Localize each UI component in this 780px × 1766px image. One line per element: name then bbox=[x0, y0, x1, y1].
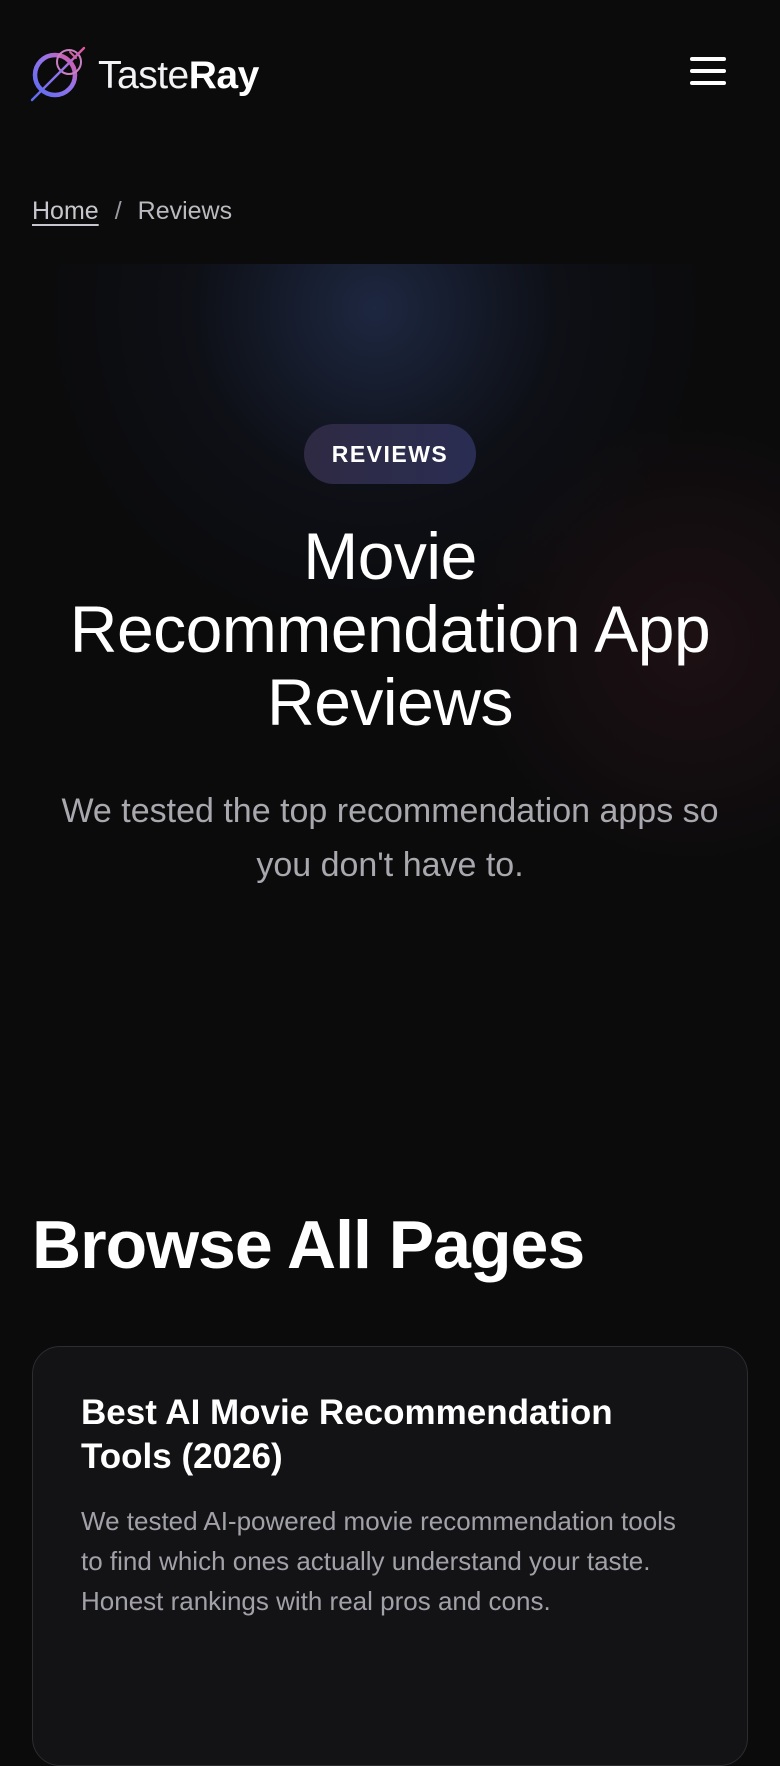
reviews-badge: REVIEWS bbox=[304, 424, 476, 484]
brand-wordmark[interactable]: TasteRay bbox=[98, 51, 259, 101]
site-header: TasteRay bbox=[0, 0, 780, 150]
menu-bar-top bbox=[690, 57, 726, 61]
breadcrumb: Home / Reviews bbox=[32, 194, 232, 228]
breadcrumb-home-link[interactable]: Home bbox=[32, 197, 99, 225]
page-title: Movie Recommendation App Reviews bbox=[69, 519, 711, 739]
brand-name-regular: Taste bbox=[98, 54, 189, 97]
brand-name-bold: Ray bbox=[188, 54, 260, 97]
card-description: We tested AI-powered movie recommendatio… bbox=[81, 1506, 676, 1616]
hamburger-menu-icon[interactable] bbox=[684, 52, 732, 92]
browse-section-title: Browse All Pages bbox=[32, 1207, 585, 1283]
card-title[interactable]: Best AI Movie Recommendation Tools (2026… bbox=[81, 1391, 681, 1479]
compass-ring-logo-icon[interactable] bbox=[30, 44, 90, 104]
breadcrumb-current: Reviews bbox=[137, 197, 233, 225]
menu-bar-middle bbox=[690, 69, 726, 73]
breadcrumb-separator: / bbox=[114, 197, 122, 225]
hero-section: REVIEWS Movie Recommendation App Reviews… bbox=[0, 264, 780, 954]
page-card[interactable]: Best AI Movie Recommendation Tools (2026… bbox=[32, 1346, 748, 1766]
menu-bar-bottom bbox=[690, 81, 726, 85]
hero-subtitle: We tested the top recommendation apps so… bbox=[61, 792, 719, 884]
